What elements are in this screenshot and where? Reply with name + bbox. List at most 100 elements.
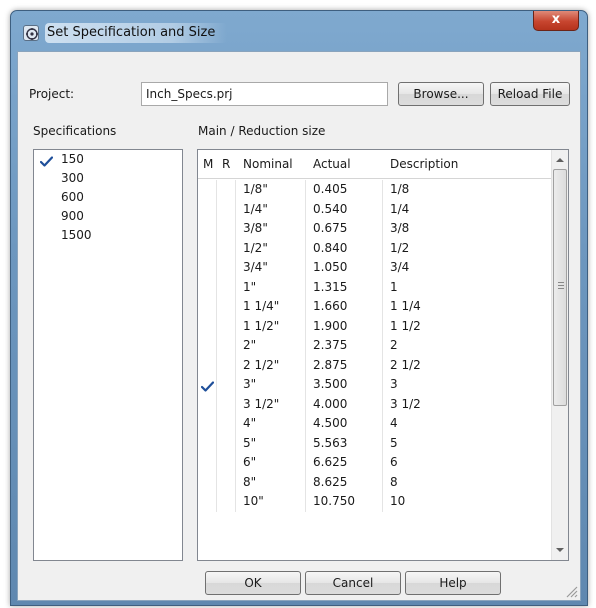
- table-row[interactable]: 1 1/4" 1.660 1 1/4: [198, 297, 553, 317]
- cell-description: 5: [390, 435, 398, 450]
- cell-nominal: 3 1/2": [236, 394, 306, 414]
- project-input[interactable]: [141, 82, 388, 106]
- main-size-cell[interactable]: [198, 316, 217, 336]
- reload-file-button[interactable]: Reload File: [490, 82, 570, 106]
- table-row[interactable]: 1/2" 0.840 1/2: [198, 238, 553, 258]
- table-row[interactable]: 3/8" 0.675 3/8: [198, 219, 553, 239]
- spec-item-label: 150: [61, 152, 84, 166]
- reduction-size-cell[interactable]: [217, 453, 236, 473]
- browse-button[interactable]: Browse...: [398, 82, 484, 106]
- reduction-size-cell[interactable]: [217, 180, 236, 200]
- cell-actual: 0.540: [306, 199, 383, 219]
- main-size-cell[interactable]: [198, 355, 217, 375]
- grid-body: 1/8" 0.405 1/8 1/4" 0.540 1/4 3/8" 0.675 3/8 1/2"…: [198, 180, 553, 512]
- table-row[interactable]: 1 1/2" 1.900 1 1/2: [198, 316, 553, 336]
- cell-actual: 1.900: [306, 316, 383, 336]
- table-row[interactable]: 1/8" 0.405 1/8: [198, 180, 553, 200]
- table-row[interactable]: 3/4" 1.050 3/4: [198, 258, 553, 278]
- cell-description: 1 1/4: [390, 299, 421, 313]
- cell-nominal: 2 1/2": [236, 355, 306, 375]
- reduction-size-cell[interactable]: [217, 258, 236, 278]
- reduction-size-cell[interactable]: [217, 414, 236, 434]
- main-size-cell[interactable]: [198, 336, 217, 356]
- main-size-cell[interactable]: [198, 258, 217, 278]
- resize-grip-icon[interactable]: [564, 584, 578, 598]
- sizes-grid[interactable]: M R Nominal Actual Description 1/8" 0.405 1/8 1…: [197, 149, 569, 561]
- reduction-size-cell[interactable]: [217, 277, 236, 297]
- cell-nominal: 1/2": [236, 238, 306, 258]
- cell-nominal: 10": [236, 492, 306, 512]
- cell-actual: 3.500: [306, 375, 383, 395]
- cell-description: 8: [390, 474, 398, 489]
- cell-actual: 0.405: [306, 180, 383, 200]
- close-button[interactable]: x: [533, 11, 579, 31]
- spec-item[interactable]: 150: [34, 150, 182, 169]
- main-size-cell[interactable]: [198, 375, 217, 395]
- main-size-cell[interactable]: [198, 394, 217, 414]
- spec-item[interactable]: 300: [34, 169, 182, 188]
- spec-item[interactable]: 900: [34, 207, 182, 226]
- main-size-cell[interactable]: [198, 238, 217, 258]
- main-size-cell[interactable]: [198, 414, 217, 434]
- spec-item[interactable]: 1500: [34, 226, 182, 245]
- reduction-size-cell[interactable]: [217, 238, 236, 258]
- spec-item-label: 900: [61, 209, 84, 223]
- ok-button[interactable]: OK: [205, 571, 301, 595]
- reduction-size-cell[interactable]: [217, 219, 236, 239]
- table-row[interactable]: 6" 6.625 6: [198, 453, 553, 473]
- reduction-size-cell[interactable]: [217, 375, 236, 395]
- reduction-size-cell[interactable]: [217, 492, 236, 512]
- table-row[interactable]: 10" 10.750 10: [198, 492, 553, 512]
- cancel-button[interactable]: Cancel: [305, 571, 401, 595]
- cell-nominal: 1 1/4": [236, 297, 306, 317]
- main-size-cell[interactable]: [198, 277, 217, 297]
- sizes-heading: Main / Reduction size: [198, 124, 326, 138]
- vertical-scrollbar[interactable]: [551, 150, 568, 560]
- table-row[interactable]: 2" 2.375 2: [198, 336, 553, 356]
- column-header-r[interactable]: R: [217, 150, 236, 178]
- scroll-down-icon[interactable]: [556, 548, 564, 552]
- reduction-size-cell[interactable]: [217, 316, 236, 336]
- cell-actual: 1.050: [306, 258, 383, 278]
- main-size-cell[interactable]: [198, 297, 217, 317]
- reduction-size-cell[interactable]: [217, 394, 236, 414]
- table-row[interactable]: 1/4" 0.540 1/4: [198, 199, 553, 219]
- spec-item[interactable]: 600: [34, 188, 182, 207]
- cell-nominal: 3/8": [236, 219, 306, 239]
- reduction-size-cell[interactable]: [217, 433, 236, 453]
- table-row[interactable]: 8" 8.625 8: [198, 472, 553, 492]
- table-row[interactable]: 2 1/2" 2.875 2 1/2: [198, 355, 553, 375]
- table-row[interactable]: 1" 1.315 1: [198, 277, 553, 297]
- table-row[interactable]: 5" 5.563 5: [198, 433, 553, 453]
- reduction-size-cell[interactable]: [217, 355, 236, 375]
- reduction-size-cell[interactable]: [217, 199, 236, 219]
- main-size-cell[interactable]: [198, 199, 217, 219]
- title-bar[interactable]: Set Specification and Size x: [11, 11, 587, 51]
- cell-nominal: 1 1/2": [236, 316, 306, 336]
- reduction-size-cell[interactable]: [217, 336, 236, 356]
- help-button[interactable]: Help: [405, 571, 501, 595]
- specifications-heading: Specifications: [33, 124, 117, 138]
- specifications-list[interactable]: 150 300 600 900 1500: [33, 149, 183, 561]
- main-size-cell[interactable]: [198, 180, 217, 200]
- scroll-up-icon[interactable]: [556, 158, 564, 162]
- column-header-m[interactable]: M: [198, 150, 217, 178]
- main-size-cell[interactable]: [198, 492, 217, 512]
- scroll-thumb[interactable]: [553, 169, 567, 406]
- main-size-cell[interactable]: [198, 472, 217, 492]
- cell-actual: 4.500: [306, 414, 383, 434]
- reduction-size-cell[interactable]: [217, 472, 236, 492]
- cell-actual: 0.840: [306, 238, 383, 258]
- main-size-cell[interactable]: [198, 433, 217, 453]
- column-header-nominal[interactable]: Nominal: [236, 150, 306, 178]
- column-header-description[interactable]: Description: [383, 150, 553, 178]
- table-row[interactable]: 3" 3.500 3: [198, 375, 553, 395]
- table-row[interactable]: 4" 4.500 4: [198, 414, 553, 434]
- main-size-cell[interactable]: [198, 453, 217, 473]
- column-header-actual[interactable]: Actual: [306, 150, 383, 178]
- main-size-cell[interactable]: [198, 219, 217, 239]
- cell-description: 1 1/2: [390, 318, 421, 333]
- table-row[interactable]: 3 1/2" 4.000 3 1/2: [198, 394, 553, 414]
- reduction-size-cell[interactable]: [217, 297, 236, 317]
- cell-actual: 1.315: [306, 277, 383, 297]
